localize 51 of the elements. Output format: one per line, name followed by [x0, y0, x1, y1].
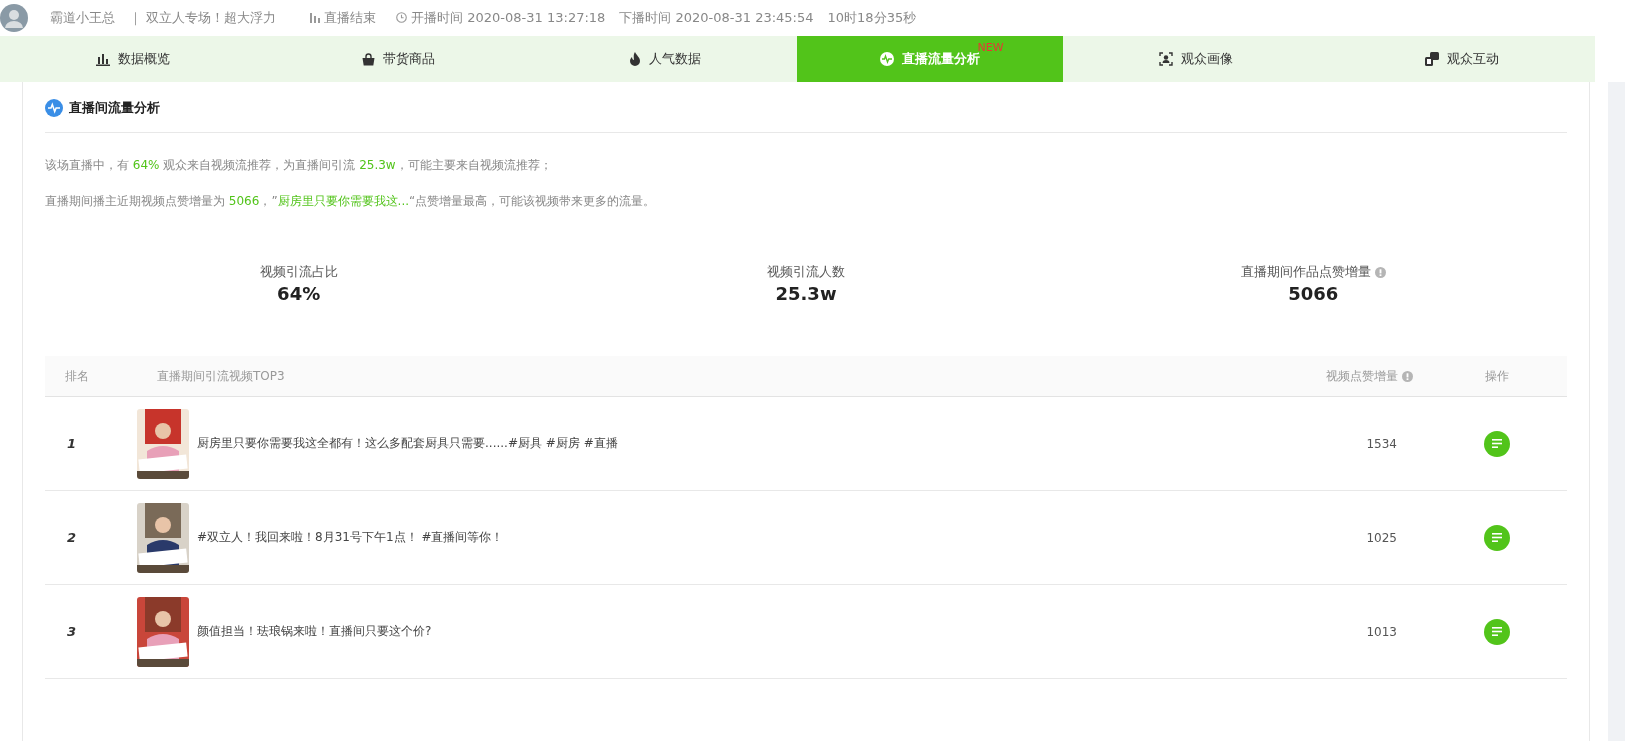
live-status: 直播结束	[324, 8, 377, 27]
tab[interactable]: 观众互动	[1329, 36, 1595, 82]
duration: 10时18分35秒	[827, 8, 917, 27]
rank: 3	[66, 624, 78, 639]
details-button[interactable]	[1484, 618, 1510, 645]
end-time: 下播时间 2020-08-31 23:45:54	[619, 8, 814, 27]
stat-value: 5066	[1288, 283, 1339, 304]
like-count: 1013	[1365, 624, 1398, 639]
section-title: 直播间流量分析	[69, 99, 160, 117]
flame-icon	[628, 52, 641, 66]
bar-chart-icon	[95, 52, 110, 66]
tab[interactable]: 数据概览	[0, 36, 266, 82]
rank: 1	[66, 436, 78, 451]
pulse-icon	[45, 99, 63, 117]
video-title: #双立人！我回来啦！8月31号下午1点！ #直播间等你！	[197, 529, 504, 546]
list-icon	[1492, 627, 1502, 636]
portrait-icon	[1159, 52, 1174, 66]
stat-label: 直播期间作品点赞增量	[1240, 263, 1371, 281]
tab[interactable]: 观众画像	[1063, 36, 1330, 82]
tab[interactable]: 带货商品	[265, 36, 532, 82]
start-time: 开播时间 2020-08-31 13:27:18	[411, 8, 606, 27]
column-header: 排名	[65, 367, 89, 385]
stat-label: 视频引流人数	[767, 263, 845, 281]
details-button[interactable]	[1484, 430, 1510, 457]
like-count: 1025	[1365, 530, 1398, 545]
clock-icon	[396, 12, 408, 23]
column-header: 直播期间引流视频TOP3	[157, 367, 285, 385]
list-icon	[1492, 533, 1502, 542]
like-count: 1534	[1365, 436, 1398, 451]
info-icon	[1402, 370, 1413, 382]
video-title: 厨房里只要你需要我这全都有！这么多配套厨具只需要......#厨具 #厨房 #直播	[197, 435, 618, 452]
info-icon	[1374, 266, 1386, 278]
summary-sentence: 直播期间播主近期视频点赞增量为 5066，”厨房里只要你需要我这...“点赞增量最高，可能该视频带来更多的流量。	[45, 193, 657, 210]
stat-value: 25.3w	[775, 283, 837, 304]
tab[interactable]: 人气数据	[531, 36, 798, 82]
anchor-name: 霸道小王总	[50, 8, 115, 27]
avatar	[0, 3, 28, 32]
pulse-icon	[880, 52, 895, 66]
stat-value: 64%	[277, 283, 321, 304]
summary-sentence: 该场直播中，有 64% 观众来自视频流推荐，为直播间引流 25.3w，可能主要来自视频流推荐；	[45, 157, 553, 174]
column-header: 操作	[1485, 367, 1509, 385]
room-title: ｜ 双立人专场！超大浮力	[129, 8, 277, 27]
column-header: 视频点赞增量	[1326, 367, 1398, 385]
video-title: 颜值担当！珐琅锅来啦！直播间只要这个价?	[197, 623, 432, 640]
rank: 2	[66, 530, 78, 545]
details-button[interactable]	[1484, 524, 1510, 551]
stat-label: 视频引流占比	[259, 263, 338, 281]
bar-chart-icon	[310, 12, 321, 23]
blocks-icon	[1425, 52, 1440, 66]
basket-icon	[362, 52, 376, 66]
list-icon	[1492, 439, 1502, 448]
